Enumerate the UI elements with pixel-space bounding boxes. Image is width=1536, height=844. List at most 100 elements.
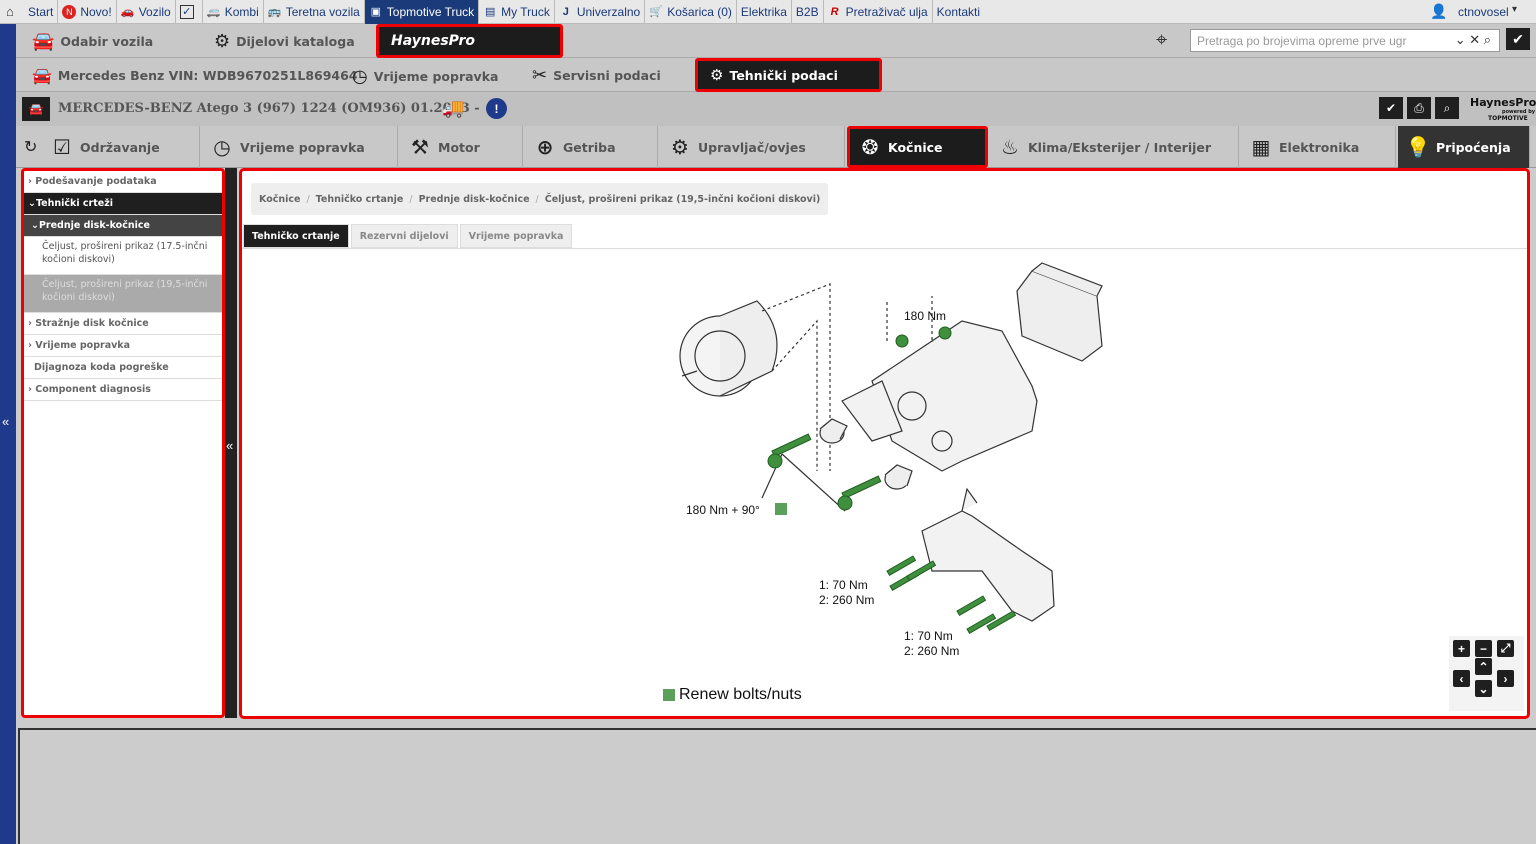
topbar-vozilo[interactable]: 🚗 Vozilo <box>117 0 176 24</box>
category-getriba[interactable]: ⊕ Getriba <box>525 126 658 168</box>
checklist-icon: ☑ <box>53 135 71 159</box>
chevron-down-icon[interactable]: ▾ <box>1512 4 1517 15</box>
topmotive-logo: TOPMOTIVE <box>1488 115 1528 122</box>
topbar-novo[interactable]: N Novo! <box>58 0 117 24</box>
car-search-icon: 🚘 <box>32 31 55 52</box>
vehicle-search-icon[interactable]: 🚘 <box>22 97 50 121</box>
sidebar-item-straznje-disk[interactable]: › Stražnje disk kočnice <box>24 313 222 335</box>
haynespro-logo: HaynesPro <box>1470 96 1536 109</box>
search-actions[interactable]: ⌄ ✕ ⌕ <box>1455 32 1491 48</box>
refresh-icon[interactable]: ↻ <box>24 137 37 157</box>
sidebar-item-dijagnoza[interactable]: Dijagnoza koda pogreške <box>24 357 222 379</box>
category-motor[interactable]: ⚒ Motor <box>400 126 523 168</box>
cart-icon: 🛒 <box>649 6 664 18</box>
top-navigation-bar: ⌂ Start N Novo! 🚗 Vozilo ✓ 🚐 Kombi 🚌 Teretna… <box>0 0 1536 24</box>
brake-caliper-drawing: 180 Nm 180 Nm + 90° 1: 70 Nm 2: 260 Nm 1… <box>679 262 1103 658</box>
topbar-kontakti[interactable]: Kontakti <box>933 0 984 24</box>
sidebar-item-celjust-17[interactable]: Čeljust, prošireni prikaz (17.5-inčni ko… <box>24 237 222 275</box>
home-icon[interactable]: ⌂ <box>6 4 14 19</box>
topbar-checkbox[interactable]: ✓ <box>176 0 203 24</box>
topbar-pretrazivac-ulja[interactable]: R Pretraživač ulja <box>824 0 933 24</box>
sidebar-item-tehnicki-crtezi[interactable]: ⌄ Tehnički crteži <box>24 193 222 215</box>
clock-icon: ◷ <box>352 66 368 87</box>
category-elektronika[interactable]: ▦ Elektronika <box>1241 126 1396 168</box>
my-truck-icon: ▤ <box>484 6 496 18</box>
catalog-parts-button[interactable]: ⚙ Dijelovi kataloga <box>214 31 355 52</box>
topbar-elektrika[interactable]: Elektrika <box>737 0 792 24</box>
print-icon[interactable]: ⎙ <box>1407 97 1431 119</box>
check-icon[interactable]: ✔ <box>1379 97 1403 119</box>
vin-info[interactable]: 🚘 Mercedes Benz VIN: WDB9670251L869464 <box>32 66 358 85</box>
haynespro-button[interactable]: HaynesPro <box>376 24 563 58</box>
sidebar-item-podesavanje[interactable]: › Podešavanje podataka <box>24 171 222 193</box>
legend-label: Renew bolts/nuts <box>679 686 802 703</box>
sidebar-item-component-diagnosis[interactable]: › Component diagnosis <box>24 379 222 401</box>
bottom-pane <box>18 728 1536 844</box>
gearbox-icon: ⊕ <box>536 135 554 159</box>
checkout-icon[interactable]: ✔ <box>1506 28 1530 50</box>
fit-screen-icon[interactable]: ⤢ <box>1497 640 1514 657</box>
category-klima[interactable]: ♨ Klima/Eksterijer / Interijer <box>990 126 1239 168</box>
repair-time-button[interactable]: ◷ Vrijeme popravka <box>352 66 498 87</box>
topbar-univerzalno[interactable]: J Univerzalno <box>555 0 646 24</box>
new-icon: N <box>62 4 77 19</box>
category-odrzavanje[interactable]: ☑ Održavanje <box>42 126 200 168</box>
sidebar-item-vrijeme-popravka[interactable]: › Vrijeme popravka <box>24 335 222 357</box>
torque-label-low-1: 1: 70 Nm <box>904 629 953 643</box>
info-icon[interactable]: ! <box>486 98 507 119</box>
pan-right-icon[interactable]: › <box>1497 670 1514 687</box>
suspension-icon: ⚙ <box>671 135 689 159</box>
pan-down-icon[interactable]: ⌄ <box>1475 680 1492 697</box>
service-data-button[interactable]: ✂ Servisni podaci <box>532 65 661 86</box>
topbar-start[interactable]: Start <box>24 0 59 24</box>
sidebar-item-celjust-19[interactable]: Čeljust, prošireni prikaz (19,5-inčni ko… <box>24 275 222 313</box>
brake-chamber <box>679 300 778 397</box>
lightbulb-icon: 💡 <box>1405 135 1431 159</box>
torque-label-mid-1: 1: 70 Nm <box>819 578 868 592</box>
topbar-b2b[interactable]: B2B <box>792 0 824 24</box>
vehicle-title: MERCEDES-BENZ Atego 3 (967) 1224 (OM936)… <box>58 101 480 116</box>
collapse-left-icon[interactable]: « <box>226 438 233 453</box>
topbar-teretna-vozila[interactable]: 🚌 Teretna vozila <box>264 0 365 24</box>
category-upravljac-ovjes[interactable]: ⚙ Upravljač/ovjes <box>660 126 845 168</box>
chip-icon: ▦ <box>1251 135 1271 159</box>
torque-label-left: 180 Nm + 90° <box>686 503 760 517</box>
left-collapse-strip[interactable]: « <box>0 24 16 844</box>
car-icon: 🚗 <box>120 6 135 18</box>
category-priopcenja[interactable]: 💡 Pripoćenja <box>1398 126 1530 168</box>
brake-pad <box>1016 262 1103 362</box>
torque-label-low-2: 2: 260 Nm <box>904 644 959 658</box>
technical-icon: ⚙ <box>710 66 724 84</box>
checkbox-icon: ✓ <box>179 4 194 19</box>
zoom-out-icon[interactable]: − <box>1475 640 1492 657</box>
piston-icon: ⚒ <box>411 135 429 159</box>
topbar-my-truck[interactable]: ▤ My Truck <box>479 0 555 24</box>
topbar-kombi[interactable]: 🚐 Kombi <box>203 0 264 24</box>
sidebar-item-prednje-disk[interactable]: ⌄ Prednje disk-kočnice <box>24 215 222 237</box>
category-vrijeme-popravka[interactable]: ◷ Vrijeme popravka <box>202 126 398 168</box>
topbar-kosarica[interactable]: 🛒 Košarica (0) <box>645 0 737 24</box>
category-kocnice[interactable]: ❂ Kočnice <box>847 126 988 168</box>
zoom-in-icon[interactable]: + <box>1453 640 1470 657</box>
caliper-carrier <box>921 487 1055 622</box>
topbar-topmotive-truck[interactable]: ▣ Topmotive Truck <box>364 0 480 24</box>
panel-splitter[interactable]: « <box>225 168 237 718</box>
legend-swatch <box>663 689 675 701</box>
truck-search-icon[interactable]: 🚚 <box>442 98 464 119</box>
username[interactable]: ctnovosel <box>1458 5 1509 19</box>
expand-left-icon[interactable]: « <box>2 414 9 429</box>
pan-left-icon[interactable]: ‹ <box>1453 670 1470 687</box>
zoom-controls: + − ⤢ ⌃ ‹ › ⌄ <box>1449 636 1524 711</box>
equipment-search-input[interactable]: Pretraga po brojevima opreme prve ugr ⌄ … <box>1190 29 1500 52</box>
locate-icon[interactable]: ⌖ <box>1156 29 1167 52</box>
truck-icon: ▣ <box>370 6 381 18</box>
parts-icon: ⚙ <box>214 31 231 52</box>
sidebar: › Podešavanje podataka ⌄ Tehnički crteži … <box>21 168 225 718</box>
toolbar-row-2: 🚘 Odabir vozila ⚙ Dijelovi kataloga Haynes… <box>16 24 1536 58</box>
technical-data-button[interactable]: ⚙ Tehnički podaci <box>695 58 882 92</box>
car-search-icon: 🚘 <box>32 66 52 85</box>
pan-up-icon[interactable]: ⌃ <box>1475 658 1492 675</box>
document-search-icon[interactable]: ⌕ <box>1435 97 1459 119</box>
vehicle-select-button[interactable]: 🚘 Odabir vozila <box>32 31 153 52</box>
seat-icon: ♨ <box>1001 135 1019 159</box>
